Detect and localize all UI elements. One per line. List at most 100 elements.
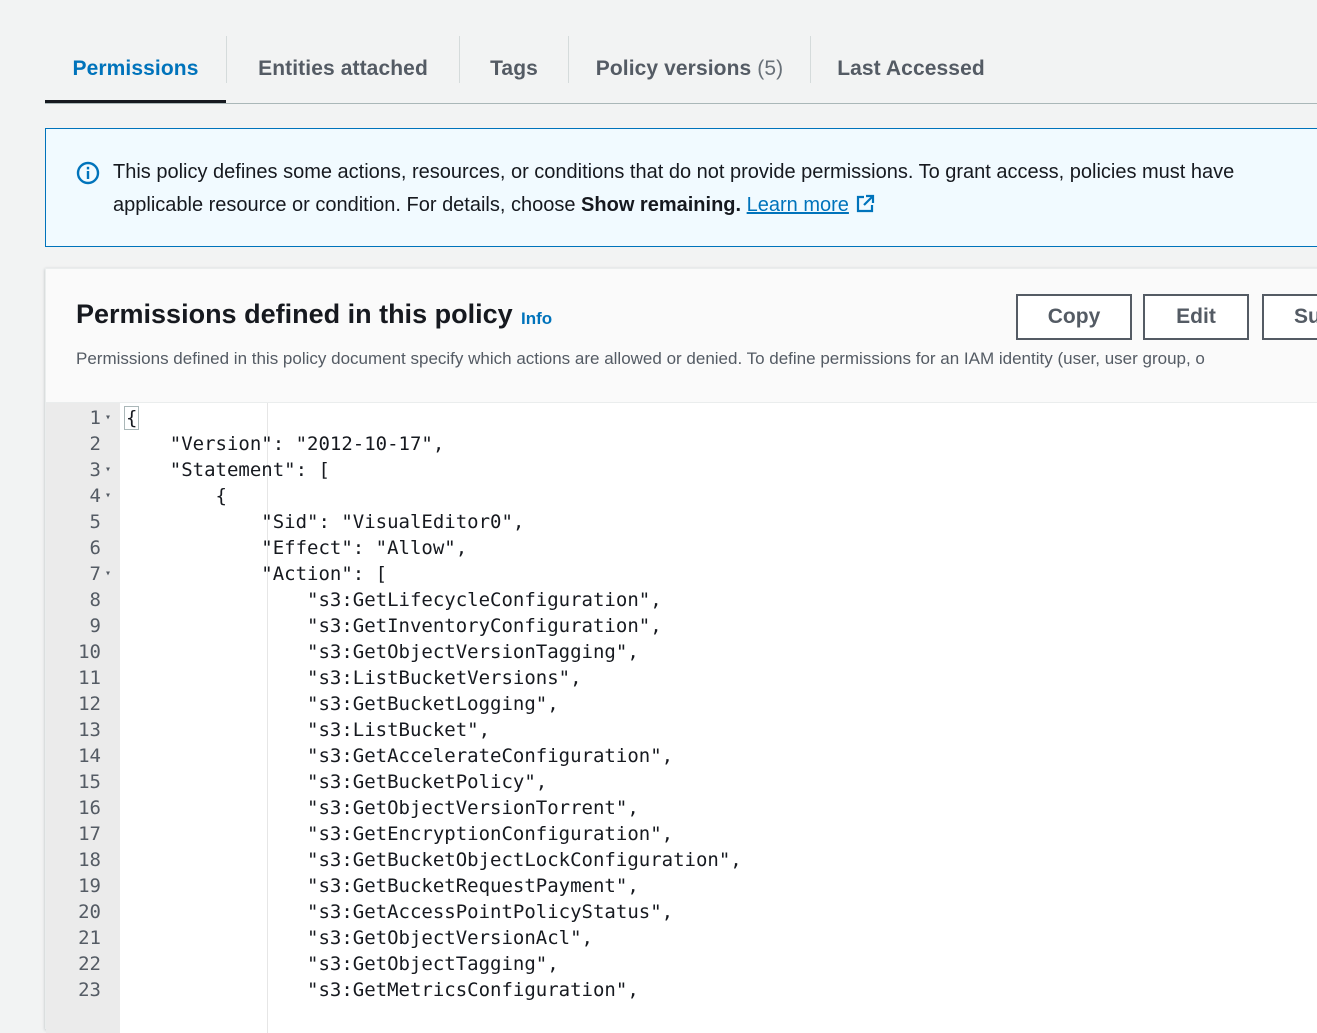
code-line[interactable]: 16 "s3:GetObjectVersionTorrent", bbox=[46, 795, 1317, 821]
code-text: "Sid": "VisualEditor0", bbox=[124, 511, 525, 533]
code-text: "s3:GetObjectVersionTagging", bbox=[124, 641, 639, 663]
code-text: "s3:GetAccelerateConfiguration", bbox=[124, 745, 674, 767]
code-text: "s3:GetObjectVersionTorrent", bbox=[124, 797, 639, 819]
tab-permissions[interactable]: Permissions bbox=[45, 36, 226, 103]
fold-toggle-icon[interactable]: ▾ bbox=[105, 457, 111, 483]
edit-button[interactable]: Edit bbox=[1143, 294, 1249, 340]
policy-tabs: Permissions Entities attached Tags Polic… bbox=[45, 36, 1317, 104]
fold-toggle-icon[interactable]: ▾ bbox=[105, 561, 111, 587]
fold-toggle-icon[interactable]: ▾ bbox=[105, 483, 111, 509]
code-text: "s3:ListBucketVersions", bbox=[124, 667, 582, 689]
policy-json-editor[interactable]: 1 ▾{2 "Version": "2012-10-17", 3 ▾ "Stateme… bbox=[46, 402, 1317, 1033]
code-line[interactable]: 11 "s3:ListBucketVersions", bbox=[46, 665, 1317, 691]
code-line[interactable]: 9 "s3:GetInventoryConfiguration", bbox=[46, 613, 1317, 639]
third-action-button[interactable]: Su bbox=[1262, 294, 1317, 340]
code-line[interactable]: 7 ▾ "Action": [ bbox=[46, 561, 1317, 587]
code-line[interactable]: 20 "s3:GetAccessPointPolicyStatus", bbox=[46, 899, 1317, 925]
tab-label: Permissions bbox=[72, 57, 199, 80]
line-number: 22 bbox=[78, 953, 101, 975]
code-line[interactable]: 12 "s3:GetBucketLogging", bbox=[46, 691, 1317, 717]
code-line[interactable]: 4 ▾ { bbox=[46, 483, 1317, 509]
line-number: 23 bbox=[78, 979, 101, 1001]
code-text: "Statement": [ bbox=[124, 459, 330, 481]
line-number: 21 bbox=[78, 927, 101, 949]
code-text: "Effect": "Allow", bbox=[124, 537, 468, 559]
code-text: "s3:GetBucketPolicy", bbox=[124, 771, 548, 793]
alert-message: This policy defines some actions, resour… bbox=[113, 156, 1317, 222]
code-line[interactable]: 14 "s3:GetAccelerateConfiguration", bbox=[46, 743, 1317, 769]
info-alert: This policy defines some actions, resour… bbox=[45, 128, 1317, 247]
tab-label: Tags bbox=[490, 57, 538, 80]
code-text: "s3:GetInventoryConfiguration", bbox=[124, 615, 662, 637]
external-link-icon[interactable] bbox=[855, 194, 875, 214]
code-text: "s3:GetBucketRequestPayment", bbox=[124, 875, 639, 897]
tab-count: (5) bbox=[757, 57, 784, 80]
matching-bracket: { bbox=[124, 406, 140, 430]
code-text: "s3:GetBucketObjectLockConfiguration", bbox=[124, 849, 742, 871]
code-line[interactable]: 23 "s3:GetMetricsConfiguration", bbox=[46, 977, 1317, 1003]
panel-title: Permissions defined in this policy bbox=[76, 299, 513, 329]
code-line[interactable]: 3 ▾ "Statement": [ bbox=[46, 457, 1317, 483]
line-number: 20 bbox=[78, 901, 101, 923]
line-number: 10 bbox=[78, 641, 101, 663]
code-line[interactable]: 8 "s3:GetLifecycleConfiguration", bbox=[46, 587, 1317, 613]
line-number: 1 bbox=[89, 407, 101, 429]
code-text: "s3:GetEncryptionConfiguration", bbox=[124, 823, 674, 845]
code-text: "Action": [ bbox=[124, 563, 388, 585]
line-number: 8 bbox=[89, 589, 101, 611]
code-line[interactable]: 2 "Version": "2012-10-17", bbox=[46, 431, 1317, 457]
code-line[interactable]: 6 "Effect": "Allow", bbox=[46, 535, 1317, 561]
line-number: 12 bbox=[78, 693, 101, 715]
line-number: 2 bbox=[89, 433, 101, 455]
line-number: 4 bbox=[89, 485, 101, 507]
alert-bold-text: Show remaining. bbox=[581, 194, 742, 216]
tab-policy-versions[interactable]: Policy versions (5) bbox=[569, 36, 810, 102]
copy-button[interactable]: Copy bbox=[1016, 294, 1132, 340]
code-line[interactable]: 10 "s3:GetObjectVersionTagging", bbox=[46, 639, 1317, 665]
code-line[interactable]: 15 "s3:GetBucketPolicy", bbox=[46, 769, 1317, 795]
code-line[interactable]: 5 "Sid": "VisualEditor0", bbox=[46, 509, 1317, 535]
fold-toggle-icon[interactable]: ▾ bbox=[105, 405, 111, 431]
code-text: "Version": "2012-10-17", bbox=[124, 433, 445, 455]
learn-more-link[interactable]: Learn more bbox=[747, 194, 849, 216]
line-number: 5 bbox=[89, 511, 101, 533]
tab-label: Policy versions bbox=[595, 57, 752, 80]
code-text: { bbox=[124, 405, 140, 431]
line-number: 18 bbox=[78, 849, 101, 871]
alert-text-line1: This policy defines some actions, resour… bbox=[113, 161, 1235, 183]
tab-last-accessed[interactable]: Last Accessed bbox=[811, 36, 1011, 102]
code-line[interactable]: 22 "s3:GetObjectTagging", bbox=[46, 951, 1317, 977]
line-number: 13 bbox=[78, 719, 101, 741]
info-icon bbox=[76, 161, 100, 185]
panel-description: Permissions defined in this policy docum… bbox=[76, 349, 1205, 368]
code-line[interactable]: 21 "s3:GetObjectVersionAcl", bbox=[46, 925, 1317, 951]
code-line[interactable]: 19 "s3:GetBucketRequestPayment", bbox=[46, 873, 1317, 899]
line-number: 9 bbox=[89, 615, 101, 637]
code-text: "s3:GetLifecycleConfiguration", bbox=[124, 589, 662, 611]
code-line[interactable]: 18 "s3:GetBucketObjectLockConfiguration"… bbox=[46, 847, 1317, 873]
line-number: 16 bbox=[78, 797, 101, 819]
code-line[interactable]: 13 "s3:ListBucket", bbox=[46, 717, 1317, 743]
tab-label: Last Accessed bbox=[837, 57, 985, 80]
code-text: "s3:ListBucket", bbox=[124, 719, 491, 741]
line-number: 3 bbox=[89, 459, 101, 481]
code-text: "s3:GetMetricsConfiguration", bbox=[124, 979, 639, 1001]
line-number: 6 bbox=[89, 537, 101, 559]
code-text: { bbox=[124, 485, 227, 507]
tab-tags[interactable]: Tags bbox=[460, 36, 568, 102]
tab-label: Entities attached bbox=[258, 57, 428, 80]
line-number: 17 bbox=[78, 823, 101, 845]
learn-more-label: Learn more bbox=[746, 194, 849, 216]
alert-text-line2: applicable resource or condition. For de… bbox=[113, 194, 582, 216]
line-number: 11 bbox=[78, 667, 101, 689]
code-text: "s3:GetAccessPointPolicyStatus", bbox=[124, 901, 674, 923]
tab-entities-attached[interactable]: Entities attached bbox=[227, 36, 459, 102]
code-text: "s3:GetBucketLogging", bbox=[124, 693, 559, 715]
line-number: 19 bbox=[78, 875, 101, 897]
info-link[interactable]: Info bbox=[521, 309, 552, 329]
code-text: "s3:GetObjectTagging", bbox=[124, 953, 559, 975]
line-number: 15 bbox=[78, 771, 101, 793]
permissions-panel: Permissions defined in this policy Info … bbox=[45, 268, 1317, 1033]
code-line[interactable]: 1 ▾ { bbox=[46, 405, 1317, 431]
code-line[interactable]: 17 "s3:GetEncryptionConfiguration", bbox=[46, 821, 1317, 847]
